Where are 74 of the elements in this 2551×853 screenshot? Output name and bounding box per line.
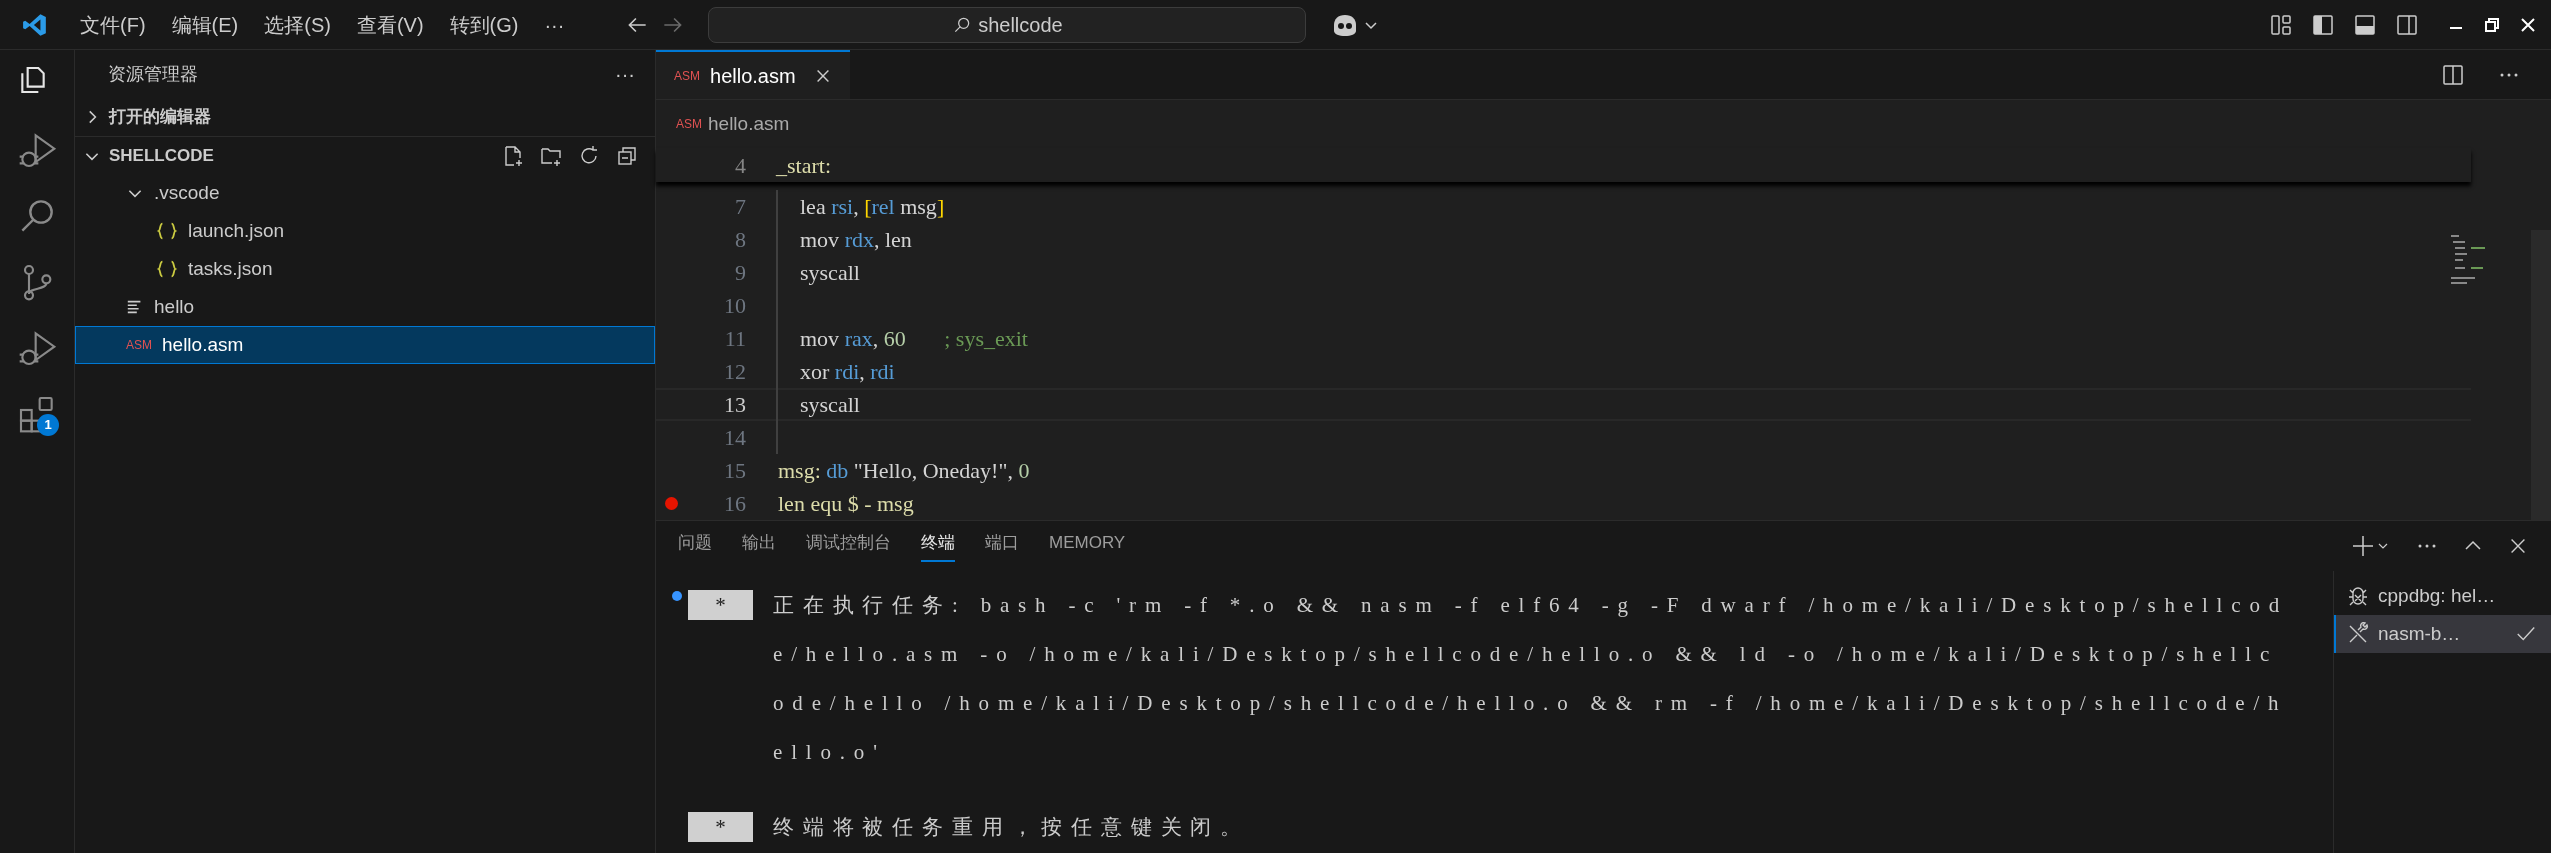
tree-item[interactable]: ASM hello.asm	[75, 326, 655, 364]
layout-icon[interactable]	[2269, 12, 2293, 37]
menu-item[interactable]: 文件(F)	[70, 9, 156, 40]
more-actions-button[interactable]: ···	[615, 59, 635, 89]
terminal-text: 正在执行任务: bash -c 'rm -f *.o && nasm -f elf64 -g -F dwarf /home/kali/Desktop/shellcode/hello.asm -o /home/kali/Desktop/shellcode/hello.o && ld -o /home/kali/Desktop/shellcode/hello /home/kali/Desktop/shellcode/hello.o && rm -f /home/kali/Desktop/shellcode/hello.o'	[773, 592, 2290, 766]
secondary-sidebar-icon[interactable]	[2395, 12, 2419, 37]
code-line: xor rdi, rdi	[800, 358, 895, 386]
line-number: 11	[723, 325, 746, 353]
menu-item[interactable]: 查看(V)	[346, 9, 434, 40]
terminal-name: nasm-b…	[2378, 621, 2461, 646]
code-line: syscall	[800, 259, 860, 287]
code-line: syscall	[800, 391, 860, 419]
line-number: 13	[723, 391, 746, 419]
restore-icon[interactable]	[2483, 15, 2501, 34]
panel-tab[interactable]: 问题	[678, 530, 712, 562]
code-line: len equ $ - msg	[778, 490, 914, 518]
search-field[interactable]: shellcode	[708, 6, 1307, 43]
line-number: 9	[734, 259, 746, 287]
tree-item[interactable]: launch.json	[75, 212, 655, 250]
terminal-list-item[interactable]: nasm-b…	[2334, 615, 2551, 653]
terminal-list-item[interactable]: cppdbg: hel…	[2334, 577, 2551, 615]
bug-icon	[2346, 584, 2370, 608]
sidebar-title: 资源管理器	[108, 62, 198, 86]
file-type-label: ASM	[126, 337, 152, 354]
file-name: launch.json	[188, 218, 285, 243]
section-title[interactable]: SHELLCODE	[109, 142, 214, 169]
line-number: 7	[734, 193, 746, 221]
tree-item[interactable]: .vscode	[75, 174, 655, 212]
menu-item[interactable]: ···	[534, 9, 575, 40]
menu-item[interactable]: 转到(G)	[439, 9, 529, 40]
panel-tab[interactable]: 输出	[742, 530, 776, 562]
line-number: 12	[723, 358, 746, 386]
file-type-label: ASM	[676, 116, 702, 133]
section-title[interactable]: 打开的编辑器	[109, 104, 211, 130]
split-editor-icon[interactable]	[2441, 62, 2465, 87]
file-name: tasks.json	[188, 256, 273, 281]
line-number: 14	[723, 424, 746, 452]
terminal-name: cppdbg: hel…	[2378, 583, 2496, 608]
tree-item[interactable]: tasks.json	[75, 250, 655, 288]
panel-toggle-icon[interactable]	[2353, 12, 2377, 37]
sidebar-toggle-icon[interactable]	[2311, 12, 2335, 37]
panel-tab[interactable]: 终端	[921, 530, 955, 562]
line-number: 15	[723, 457, 746, 485]
app-logo-icon[interactable]	[22, 11, 48, 38]
panel-tab[interactable]: 端口	[985, 530, 1019, 562]
menu-item[interactable]: 编辑(E)	[161, 9, 249, 40]
panel-tab[interactable]: MEMORY	[1049, 530, 1126, 562]
braces-file-icon	[156, 221, 178, 241]
close-icon[interactable]	[2519, 15, 2537, 34]
file-type-label: ASM	[674, 67, 700, 85]
file-name: .vscode	[154, 180, 220, 205]
code-line: msg: db "Hello, Oneday!", 0	[778, 457, 1030, 485]
code-line: mov rdx, len	[800, 226, 912, 254]
notification-badge: 1	[37, 414, 59, 436]
task-marker: *	[688, 590, 753, 620]
code-line: lea rsi, [rel msg]	[800, 193, 945, 221]
search-text: shellcode	[978, 12, 1063, 38]
terminal-text: 终端将被任务重用，按任意键关闭。	[773, 814, 1252, 841]
tab-title: hello.asm	[710, 63, 796, 89]
code-line: mov rax, 60 ; sys_exit	[800, 325, 1028, 353]
file-name: hello.asm	[162, 332, 244, 357]
line-number: 8	[734, 226, 746, 254]
menu-item[interactable]: 选择(S)	[254, 9, 341, 40]
line-number: 4	[734, 151, 746, 180]
line-number: 16	[723, 490, 746, 518]
editor-tab[interactable]: ASM hello.asm	[656, 50, 850, 99]
line-number: 10	[723, 292, 746, 320]
code-line: _start:	[776, 151, 831, 180]
task-marker: *	[688, 812, 753, 842]
tree-item[interactable]: hello	[75, 288, 655, 326]
breadcrumb-item[interactable]: hello.asm	[708, 109, 790, 139]
braces-file-icon	[156, 259, 178, 279]
file-name: hello	[154, 294, 195, 319]
panel-tab[interactable]: 调试控制台	[806, 530, 891, 562]
